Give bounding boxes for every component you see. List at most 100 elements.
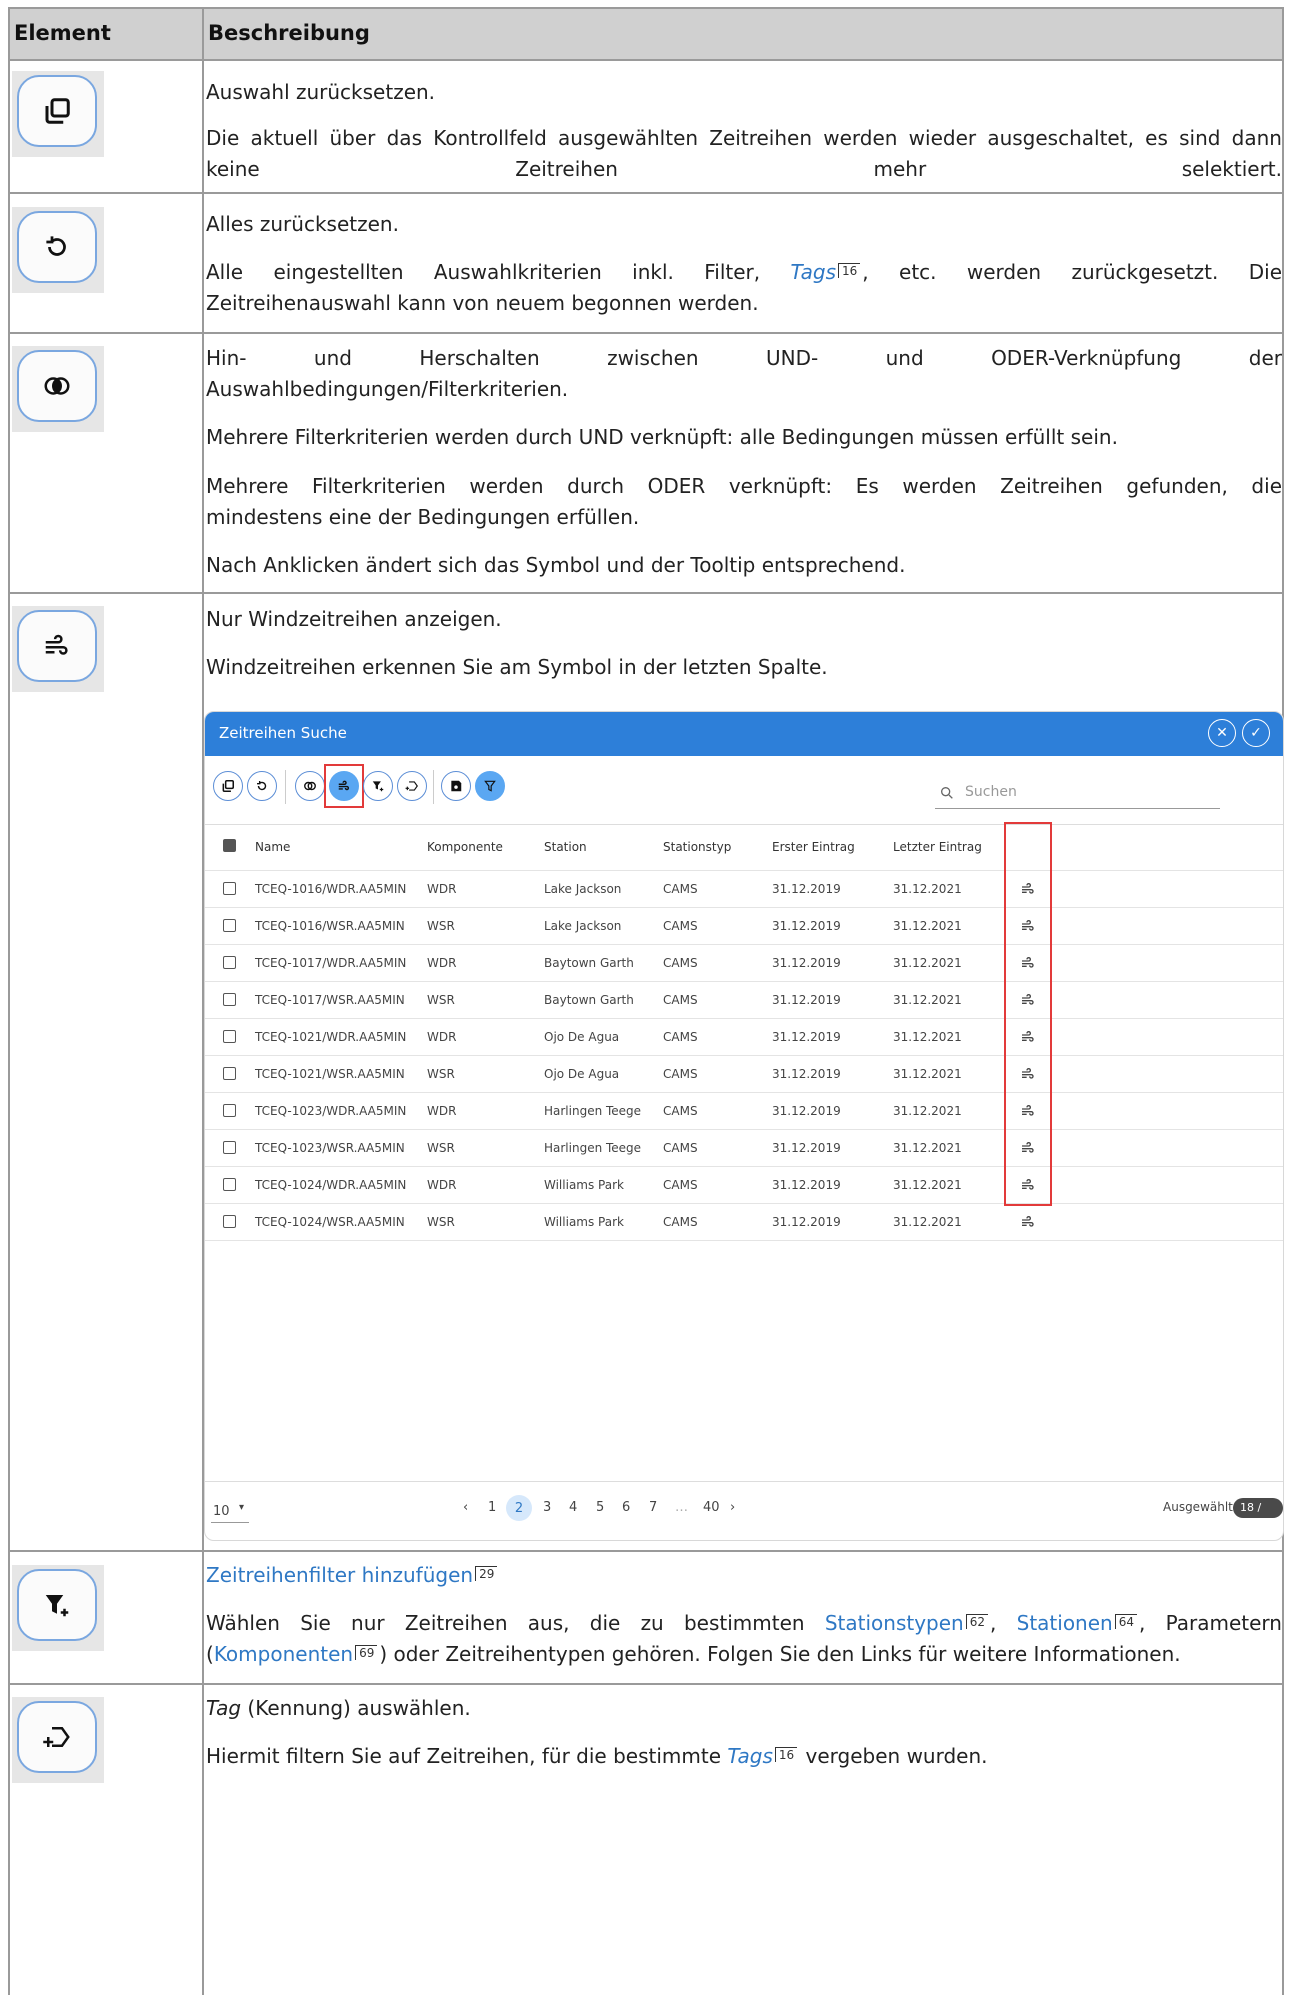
cell-letzter-eintrag: 31.12.2021 bbox=[893, 1215, 962, 1229]
reset-all-desc-line2: Zeitreihenauswahl kann von neuem begonne… bbox=[206, 291, 759, 315]
and-or-title-line2: Auswahlbedingungen/Filterkriterien. bbox=[206, 377, 569, 401]
and-or-toggle-icon[interactable] bbox=[295, 771, 325, 801]
reset-selection-title: Auswahl zurücksetzen. bbox=[206, 80, 436, 104]
cell-name: TCEQ-1024/WDR.AA5MIN bbox=[255, 1178, 407, 1192]
page-number[interactable]: 40 bbox=[703, 1500, 720, 1515]
page-number[interactable]: 6 bbox=[622, 1500, 630, 1515]
row-checkbox[interactable] bbox=[223, 956, 236, 969]
page-number[interactable]: 4 bbox=[569, 1500, 577, 1515]
and-or-button-image bbox=[12, 346, 104, 432]
page-ref: 62 bbox=[965, 1614, 989, 1629]
page-number[interactable]: 1 bbox=[488, 1500, 496, 1515]
and-or-desc-and: Mehrere Filterkriterien werden durch UND… bbox=[206, 425, 1118, 449]
page-number[interactable]: 7 bbox=[649, 1500, 657, 1515]
row-checkbox[interactable] bbox=[223, 1178, 236, 1191]
prev-page-icon[interactable]: ‹ bbox=[463, 1500, 468, 1515]
stationstypen-link[interactable]: Stationstypen bbox=[825, 1611, 964, 1635]
add-filter-desc-line2: (Komponenten 69) oder Zeitreihentypen geh… bbox=[206, 1639, 1282, 1670]
close-icon[interactable]: ✕ bbox=[1208, 719, 1236, 747]
col-stationstyp[interactable]: Stationstyp bbox=[663, 840, 731, 854]
cell-erster-eintrag: 31.12.2019 bbox=[772, 1030, 841, 1044]
table-row[interactable]: TCEQ-1023/WDR.AA5MIN WDR Harlingen Teege CA… bbox=[205, 1092, 1283, 1130]
reset-selection-icon[interactable] bbox=[213, 771, 243, 801]
save-icon[interactable] bbox=[441, 771, 471, 801]
page-size-select[interactable]: 10 bbox=[213, 1504, 230, 1519]
reset-all-title: Alles zurücksetzen. bbox=[206, 212, 399, 236]
add-filter-button-image bbox=[12, 1565, 104, 1651]
next-page-icon[interactable]: › bbox=[730, 1500, 735, 1515]
row-checkbox[interactable] bbox=[223, 1067, 236, 1080]
table-row[interactable]: TCEQ-1021/WDR.AA5MIN WDR Ojo De Agua CAMS 31… bbox=[205, 1018, 1283, 1056]
row-checkbox[interactable] bbox=[223, 1030, 236, 1043]
page-number[interactable]: 5 bbox=[596, 1500, 604, 1515]
dialog-titlebar: Zeitreihen Suche ✕ ✓ bbox=[205, 712, 1283, 756]
table-row[interactable]: TCEQ-1023/WSR.AA5MIN WSR Harlingen Teege CA… bbox=[205, 1129, 1283, 1167]
table-row[interactable]: TCEQ-1016/WSR.AA5MIN WSR Lake Jackson CAMS 3… bbox=[205, 907, 1283, 945]
select-all-checkbox[interactable] bbox=[223, 839, 236, 852]
row-checkbox[interactable] bbox=[223, 993, 236, 1006]
stationen-link[interactable]: Stationen bbox=[1017, 1611, 1113, 1635]
wind-icon bbox=[1022, 1216, 1034, 1227]
row-checkbox[interactable] bbox=[223, 919, 236, 932]
tags-link[interactable]: Tags bbox=[727, 1744, 773, 1768]
add-filter-icon[interactable] bbox=[363, 771, 393, 801]
add-filter-link[interactable]: Zeitreihenfilter hinzufügen bbox=[206, 1563, 473, 1587]
filter-toggle-icon[interactable] bbox=[475, 771, 505, 801]
tag-title-rest: (Kennung) auswählen. bbox=[241, 1696, 471, 1720]
cell-erster-eintrag: 31.12.2019 bbox=[772, 1067, 841, 1081]
cell-stationstyp: CAMS bbox=[663, 993, 698, 1007]
reset-all-text: Alle eingestellten Auswahlkriterien inkl… bbox=[206, 260, 761, 284]
col-erster-eintrag[interactable]: Erster Eintrag bbox=[772, 840, 855, 854]
reset-all-icon bbox=[17, 211, 97, 283]
chevron-down-icon[interactable]: ▾ bbox=[239, 1502, 244, 1513]
wind-desc: Windzeitreihen erkennen Sie am Symbol in… bbox=[206, 655, 828, 679]
cell-stationstyp: CAMS bbox=[663, 1104, 698, 1118]
and-or-desc-tooltip: Nach Anklicken ändert sich das Symbol un… bbox=[206, 553, 906, 577]
table-row[interactable]: TCEQ-1016/WDR.AA5MIN WDR Lake Jackson CAMS 3… bbox=[205, 870, 1283, 908]
col-komponente[interactable]: Komponente bbox=[427, 840, 503, 854]
reset-selection-button-image bbox=[12, 71, 104, 157]
tags-link[interactable]: Tags bbox=[791, 260, 837, 284]
row-checkbox[interactable] bbox=[223, 1215, 236, 1228]
cell-komponente: WDR bbox=[427, 956, 457, 970]
search-input[interactable]: Suchen bbox=[935, 778, 1220, 809]
cell-station: Lake Jackson bbox=[544, 882, 622, 896]
komponenten-link[interactable]: Komponenten bbox=[214, 1642, 353, 1666]
cell-letzter-eintrag: 31.12.2021 bbox=[893, 919, 962, 933]
wind-title: Nur Windzeitreihen anzeigen. bbox=[206, 607, 502, 631]
row-checkbox[interactable] bbox=[223, 882, 236, 895]
tag-desc-text: Hiermit filtern Sie auf Zeitreihen, für … bbox=[206, 1744, 722, 1768]
tag-add-icon[interactable] bbox=[397, 771, 427, 801]
cell-station: Baytown Garth bbox=[544, 993, 634, 1007]
results-table-header: Name Komponente Station Stationstyp Erst… bbox=[205, 824, 1283, 871]
cell-komponente: WDR bbox=[427, 1104, 457, 1118]
reset-selection-icon bbox=[17, 75, 97, 147]
table-row[interactable]: TCEQ-1024/WSR.AA5MIN WSR Williams Park CAMS… bbox=[205, 1203, 1283, 1241]
col-station[interactable]: Station bbox=[544, 840, 587, 854]
row-divider bbox=[10, 192, 1282, 194]
tag-desc: Hiermit filtern Sie auf Zeitreihen, für … bbox=[206, 1741, 1282, 1772]
reset-all-icon[interactable] bbox=[247, 771, 277, 801]
cell-station: Harlingen Teege bbox=[544, 1141, 642, 1155]
table-row[interactable]: TCEQ-1017/WSR.AA5MIN WSR Baytown Garth CAMS… bbox=[205, 981, 1283, 1019]
col-name[interactable]: Name bbox=[255, 840, 290, 854]
table-row[interactable]: TCEQ-1024/WDR.AA5MIN WDR Williams Park CAMS… bbox=[205, 1166, 1283, 1204]
cell-letzter-eintrag: 31.12.2021 bbox=[893, 1067, 962, 1081]
page-ref: 64 bbox=[1114, 1614, 1137, 1629]
page-ref: 16 bbox=[838, 263, 861, 278]
confirm-icon[interactable]: ✓ bbox=[1242, 719, 1270, 747]
page-current[interactable]: 2 bbox=[506, 1495, 532, 1521]
row-checkbox[interactable] bbox=[223, 1104, 236, 1117]
table-row[interactable]: TCEQ-1017/WDR.AA5MIN WDR Baytown Garth CAMS… bbox=[205, 944, 1283, 982]
page-number[interactable]: 3 bbox=[543, 1500, 551, 1515]
add-filter-desc-line1: Wählen Sie nur Zeitreihen aus, die zu be… bbox=[206, 1611, 1282, 1635]
cell-stationstyp: CAMS bbox=[663, 919, 698, 933]
table-row[interactable]: TCEQ-1021/WSR.AA5MIN WSR Ojo De Agua CAMS 31… bbox=[205, 1055, 1283, 1093]
dialog-toolbar: Suchen bbox=[205, 756, 1283, 825]
col-letzter-eintrag[interactable]: Letzter Eintrag bbox=[893, 840, 982, 854]
cell-erster-eintrag: 31.12.2019 bbox=[772, 1178, 841, 1192]
reset-all-button-image bbox=[12, 207, 104, 293]
cell-erster-eintrag: 31.12.2019 bbox=[772, 956, 841, 970]
tag-button-image bbox=[12, 1697, 104, 1783]
row-checkbox[interactable] bbox=[223, 1141, 236, 1154]
